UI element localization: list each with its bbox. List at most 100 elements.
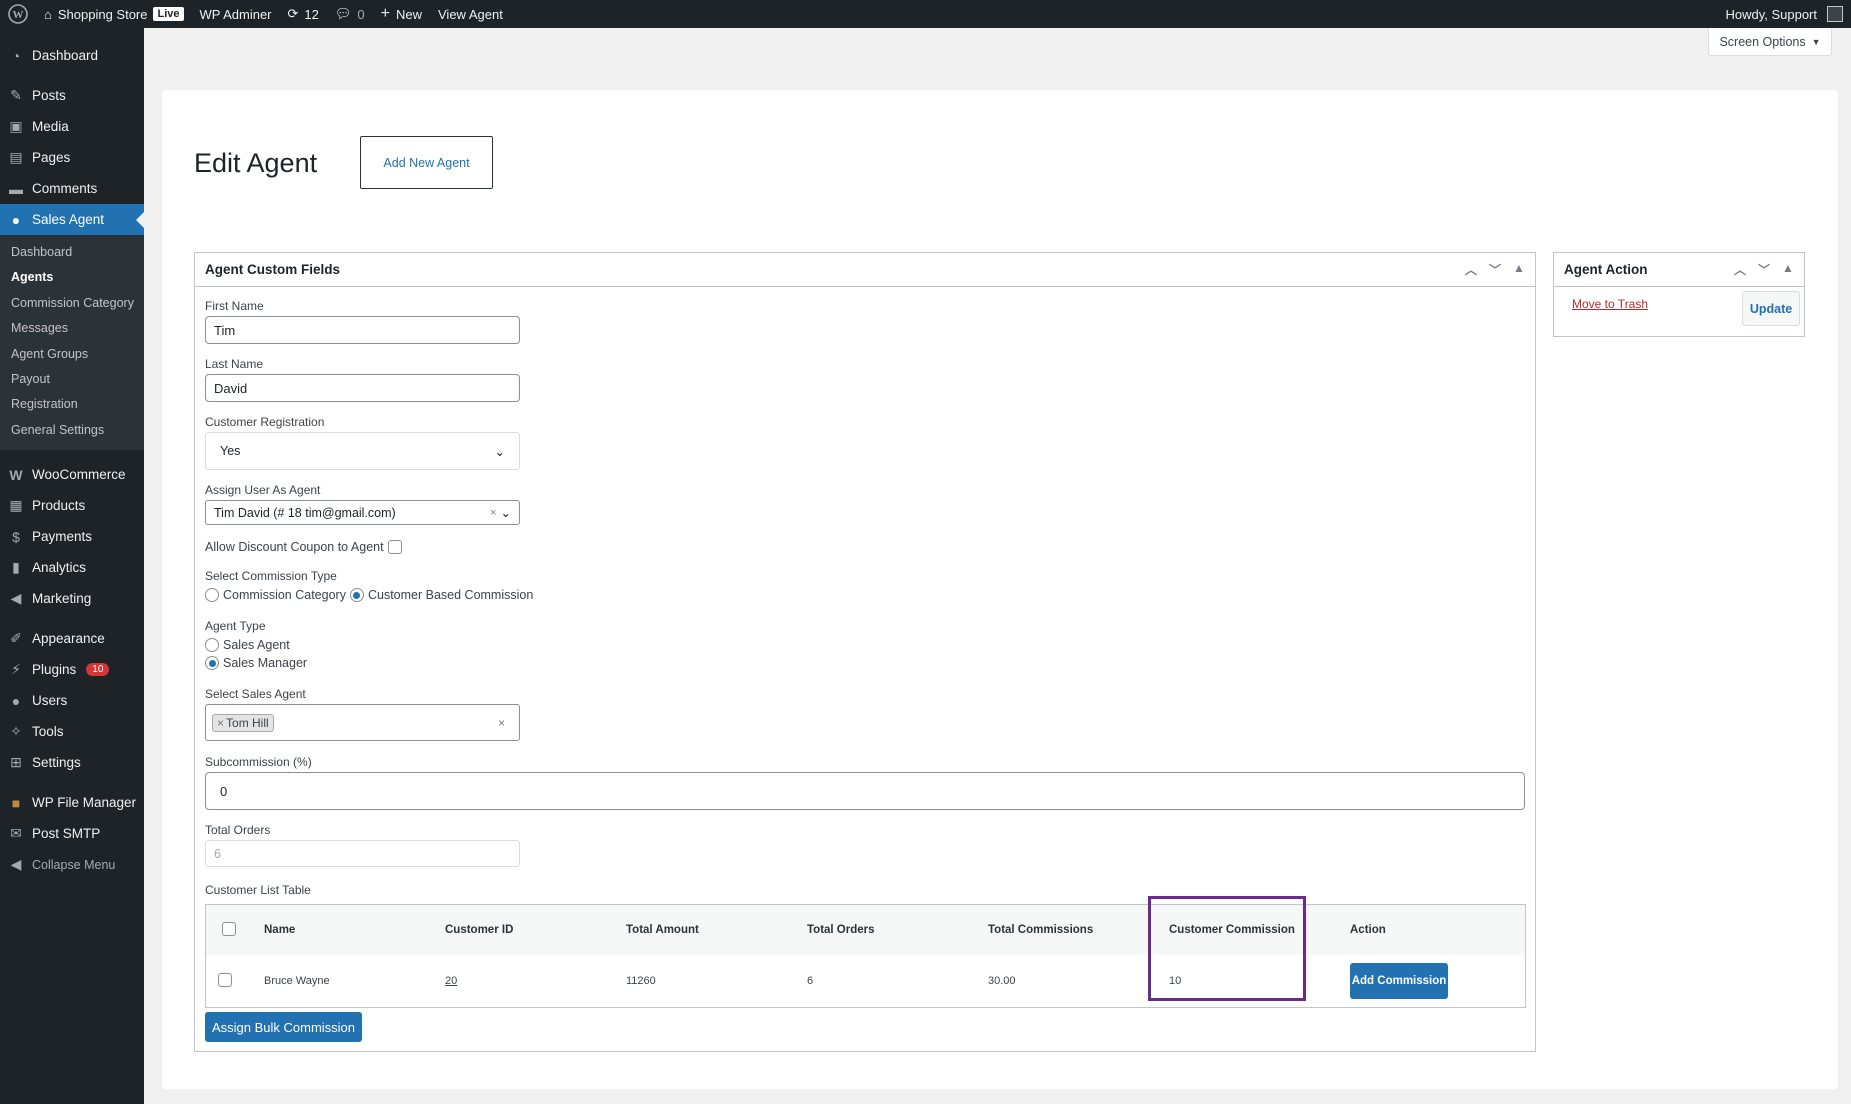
menu-comments[interactable]: ▬ Comments: [0, 173, 144, 204]
menu-posts[interactable]: ✎ Posts: [0, 80, 144, 111]
radio-label: Commission Category: [223, 588, 346, 602]
menu-analytics[interactable]: ▮ Analytics: [0, 552, 144, 583]
menu-settings[interactable]: ⊞ Settings: [0, 747, 144, 778]
menu-dashboard[interactable]: ◔ Dashboard: [0, 40, 144, 71]
page-title: Edit Agent: [194, 148, 318, 178]
cell-customer-commission: 10: [1169, 975, 1182, 987]
customer-list-label: Customer List Table: [205, 883, 311, 897]
sales-agent-radio[interactable]: [205, 638, 219, 652]
column-header[interactable]: Customer ID: [445, 924, 626, 936]
commission-category-radio[interactable]: [205, 588, 219, 602]
comments-link[interactable]: 💬︎ 0: [327, 0, 373, 28]
total-orders-label: Total Orders: [205, 823, 271, 837]
table-row: Bruce Wayne 20 11260 6 30.00 10 Add Comm…: [206, 955, 1525, 1007]
customer-id-link[interactable]: 20: [445, 975, 457, 987]
pages-icon: ▤: [9, 149, 23, 165]
customer-based-commission-radio[interactable]: [349, 588, 364, 602]
wp-adminer-link[interactable]: WP Adminer: [192, 0, 280, 28]
submenu-dashboard[interactable]: Dashboard: [0, 240, 144, 265]
menu-payments[interactable]: $ Payments: [0, 521, 144, 552]
menu-label: Settings: [32, 755, 81, 771]
plus-icon: +: [380, 5, 390, 22]
first-name-label: First Name: [205, 299, 264, 313]
remove-tag-icon[interactable]: ×: [217, 716, 224, 730]
toggle-panel-icon[interactable]: ▲: [1511, 261, 1527, 278]
submenu-payout[interactable]: Payout: [0, 367, 144, 392]
coupon-label: Allow Discount Coupon to Agent: [205, 540, 384, 554]
dashboard-icon: ◔: [11, 47, 21, 64]
coupon-checkbox[interactable]: [387, 540, 402, 554]
settings-icon: ⊞: [10, 754, 22, 771]
menu-plugins[interactable]: ⚡︎ Plugins 10: [0, 654, 144, 685]
cell-name: Bruce Wayne: [264, 975, 330, 987]
menu-label: Plugins: [32, 662, 77, 678]
menu-media[interactable]: ▣ Media: [0, 111, 144, 142]
menu-marketing[interactable]: ◀ Marketing: [0, 583, 144, 614]
collapse-label: Collapse Menu: [32, 857, 116, 872]
move-down-icon[interactable]: ﹀: [1487, 261, 1503, 278]
screen-options-button[interactable]: Screen Options ▼: [1708, 28, 1832, 56]
view-agent-link[interactable]: View Agent: [430, 0, 511, 28]
assign-user-select[interactable]: Tim David (# 18 tim@gmail.com) × ⌄: [205, 500, 520, 525]
menu-label: Marketing: [32, 591, 92, 607]
menu-label: WooCommerce: [32, 467, 126, 483]
assign-bulk-commission-button[interactable]: Assign Bulk Commission: [205, 1012, 362, 1042]
menu-label: Payments: [32, 529, 93, 545]
column-header[interactable]: Name: [264, 924, 445, 936]
menu-products[interactable]: ▦ Products: [0, 490, 144, 521]
add-new-agent-button[interactable]: Add New Agent: [360, 136, 493, 189]
my-account-link[interactable]: Howdy, Support: [1717, 0, 1851, 28]
clear-icon[interactable]: ×: [490, 507, 496, 519]
menu-users[interactable]: ● Users: [0, 685, 144, 716]
site-name-link[interactable]: ⌂ Shopping Store Live: [36, 0, 192, 28]
collapse-menu-button[interactable]: ◀ Collapse Menu: [0, 849, 144, 880]
new-content-link[interactable]: + New: [373, 0, 430, 28]
submenu-general-settings[interactable]: General Settings: [0, 418, 144, 443]
agent-action-box: Agent Action ︿ ﹀ ▲ Move to Trash Update: [1553, 252, 1805, 337]
column-header[interactable]: Total Orders: [807, 924, 988, 936]
agent-type-label: Agent Type: [205, 619, 266, 633]
menu-tools[interactable]: ✧ Tools: [0, 716, 144, 747]
postbox-header: Agent Custom Fields ︿ ﹀ ▲: [195, 253, 1535, 287]
row-checkbox[interactable]: [218, 972, 232, 987]
site-name: Shopping Store: [57, 6, 148, 22]
menu-label: Users: [32, 693, 68, 709]
move-down-icon[interactable]: ﹀: [1756, 261, 1772, 278]
menu-post-smtp[interactable]: ✉ Post SMTP: [0, 818, 144, 849]
customer-registration-select[interactable]: Yes ⌄: [205, 432, 520, 470]
column-header[interactable]: Total Commissions: [988, 924, 1169, 936]
submenu-agent-groups[interactable]: Agent Groups: [0, 342, 144, 367]
sales-manager-radio[interactable]: [205, 656, 219, 670]
customer-registration-label: Customer Registration: [205, 415, 325, 429]
menu-appearance[interactable]: ✐ Appearance: [0, 623, 144, 654]
add-commission-button[interactable]: Add Commission: [1350, 963, 1448, 999]
move-up-icon[interactable]: ︿: [1732, 261, 1748, 278]
submenu-messages[interactable]: Messages: [0, 316, 144, 341]
menu-sales-agent[interactable]: ● Sales Agent: [0, 204, 144, 235]
chevron-down-icon: ⌄: [494, 444, 505, 459]
updates-link[interactable]: ⟳ 12: [280, 0, 327, 28]
submenu-registration[interactable]: Registration: [0, 392, 144, 417]
menu-pages[interactable]: ▤ Pages: [0, 142, 144, 173]
column-header[interactable]: Customer Commission: [1169, 924, 1350, 936]
subcommission-input[interactable]: 0: [205, 772, 1525, 810]
toggle-panel-icon[interactable]: ▲: [1780, 261, 1796, 278]
submenu-agents[interactable]: Agents: [0, 265, 144, 290]
menu-woocommerce[interactable]: W WooCommerce: [0, 459, 144, 490]
menu-label: Sales Agent: [32, 212, 105, 227]
menu-label: Products: [32, 498, 86, 514]
wordpress-logo-icon[interactable]: W: [0, 0, 36, 28]
last-name-input[interactable]: David: [205, 374, 520, 402]
update-button[interactable]: Update: [1742, 291, 1800, 326]
submenu-commission-category[interactable]: Commission Category: [0, 291, 144, 316]
first-name-input[interactable]: Tim: [205, 316, 520, 344]
selected-tag: × Tom Hill: [212, 713, 274, 732]
move-to-trash-link[interactable]: Move to Trash: [1572, 297, 1648, 311]
clear-icon[interactable]: ×: [498, 716, 505, 730]
select-all-checkbox[interactable]: [222, 921, 236, 936]
menu-wp-file-manager[interactable]: ■ WP File Manager: [0, 787, 144, 818]
sales-agent-multiselect[interactable]: × Tom Hill ×: [205, 704, 520, 741]
column-header[interactable]: Total Amount: [626, 924, 807, 936]
menu-label: Posts: [32, 88, 66, 103]
move-up-icon[interactable]: ︿: [1463, 261, 1479, 278]
